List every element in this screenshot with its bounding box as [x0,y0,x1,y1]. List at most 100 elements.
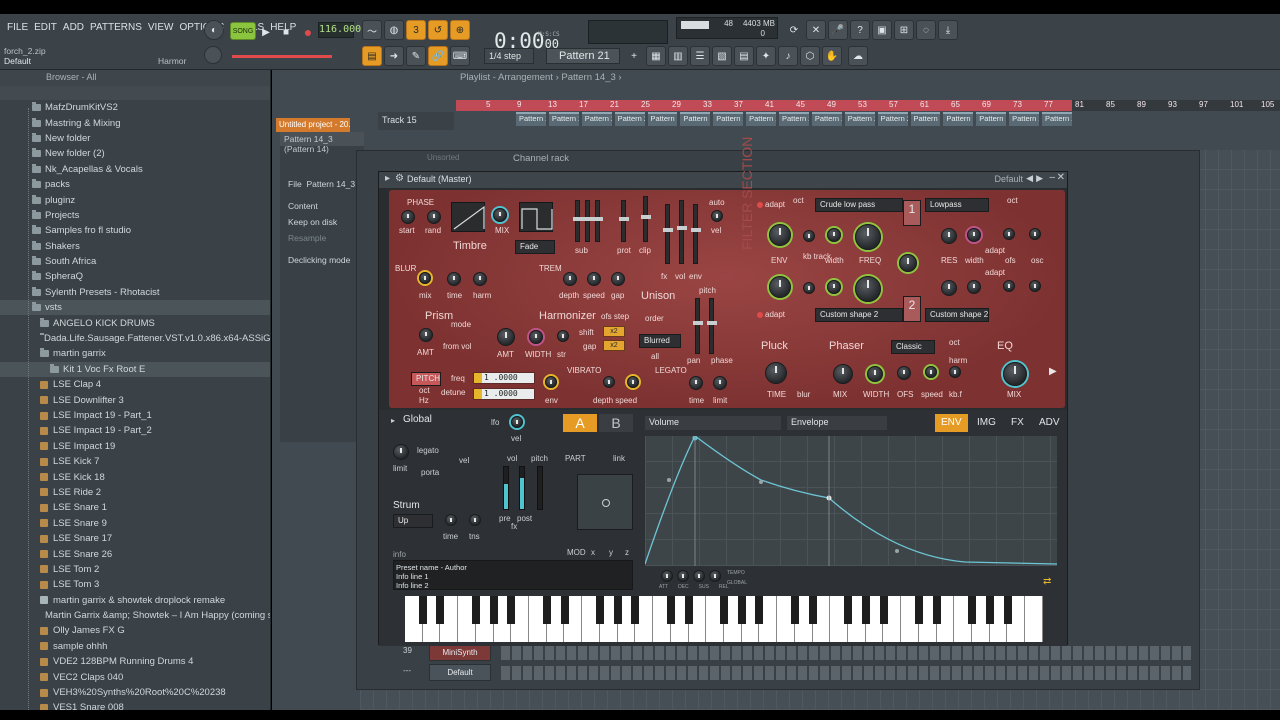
black-key[interactable] [631,596,640,624]
browser-file[interactable]: VDE2 128BPM Running Drums 4 [0,654,270,669]
black-key[interactable] [790,596,799,624]
browser-file[interactable]: LSE Downlifter 3 [0,392,270,407]
pattern-clip[interactable]: Pattern 21 [1042,112,1072,126]
settings-gear-icon[interactable]: ⚙ [395,173,404,184]
pan-slider[interactable] [693,298,703,354]
width-knob-3[interactable] [827,280,841,294]
blur-harm-knob[interactable] [473,272,487,286]
browser-folder[interactable]: New folder [0,131,270,146]
width-knob-4[interactable] [967,280,981,294]
res-knob-2[interactable] [941,280,957,296]
vibrato-speed-knob[interactable] [627,376,639,388]
filter-slot-2[interactable]: 2 [903,296,921,322]
browser-folder[interactable]: Samples fro fl studio [0,223,270,238]
mixer-view-icon[interactable]: ☰ [690,46,710,66]
blur-mix-knob[interactable] [419,272,431,284]
black-key[interactable] [932,596,941,624]
freq-knob-2[interactable] [855,276,881,302]
song-mode-toggle[interactable]: SONG [230,22,256,40]
strum-tns-knob[interactable] [469,514,481,526]
timeline-ruler[interactable]: 5 9 13 17 21 25 29 33 37 41 45 49 53 57 61 65 69 73 77 81 85… [456,100,1280,111]
channel-filter[interactable]: Unsorted [427,153,459,162]
osc-knob[interactable] [1029,228,1041,240]
browser-file[interactable]: LSE Impact 19 - Part_1 [0,408,270,423]
help-icon[interactable]: ? [850,20,870,40]
filter1-type-dropdown[interactable]: Crude low pass [815,198,903,212]
pattern-clip[interactable]: Pattern 21 [680,112,711,126]
xy-mod-pad[interactable] [577,474,633,530]
plugin-icon[interactable]: ⊞ [894,20,914,40]
close-icon[interactable]: ✕ [1057,172,1065,183]
vibrato-depth-knob[interactable] [603,376,615,388]
black-key[interactable] [861,596,870,624]
width-knob-2[interactable] [967,228,981,242]
black-key[interactable] [418,596,427,624]
browser-folder[interactable]: vsts [0,300,270,316]
shape-dropdown-2[interactable]: Custom shape 2 [925,308,989,322]
resample-option[interactable]: Resample [280,230,364,246]
browser-folder[interactable]: packs [0,177,270,192]
fade-dropdown[interactable]: Fade [515,240,555,254]
blur-time-knob[interactable] [447,272,461,286]
env-slider[interactable] [691,204,701,264]
env-att-knob[interactable] [661,570,673,582]
menu-item-view[interactable]: VIEW [145,22,177,33]
phaser-mix-knob[interactable] [833,364,853,384]
vol-slider[interactable] [677,200,687,264]
pattern-clip[interactable]: Pattern 21 [976,112,1007,126]
tab-adv[interactable]: ADV [1033,414,1066,432]
limit-knob[interactable] [393,444,409,460]
tab-fx[interactable]: FX [1005,414,1030,432]
pitch-button[interactable]: PITCH [411,372,441,386]
record-button[interactable]: ● [298,22,318,42]
browser-file[interactable]: martin garrix & showtek droplock remake [0,593,270,608]
black-key[interactable] [507,596,516,624]
phaser-width-knob[interactable] [867,366,883,382]
xy-cursor[interactable] [602,499,610,507]
wait-icon[interactable]: ◍ [384,20,404,40]
trem-gap-knob[interactable] [611,272,625,286]
stop-button[interactable]: ■ [276,22,296,42]
freq-knob-1[interactable] [855,224,881,250]
minimize-icon[interactable]: – [1049,172,1055,183]
auto-knob[interactable] [711,210,723,222]
shift-value-box[interactable]: x2 [603,326,625,337]
menu-item-edit[interactable]: EDIT [31,22,60,33]
project-icon[interactable]: ⬡ [800,46,820,66]
tempo-display[interactable]: 116.000 [318,22,361,38]
filter-link-knob[interactable] [899,254,917,272]
black-key[interactable] [613,596,622,624]
piano-keyboard[interactable] [405,596,1043,642]
add-pattern-icon[interactable]: + [624,46,644,66]
step-selector[interactable]: 1/4 step [484,48,534,64]
pitch-env-knob[interactable] [545,376,557,388]
black-key[interactable] [968,596,977,624]
playlist-icon[interactable]: ▦ [646,46,666,66]
snap-icon[interactable]: ▤ [362,46,382,66]
prev-preset-icon[interactable]: ◀ [1026,173,1033,184]
pattern-clip[interactable]: Pattern 21 [943,112,974,126]
pattern-clip[interactable]: Pattern 21 [713,112,744,126]
trem-depth-knob[interactable] [563,272,577,286]
arrows-icon[interactable]: ⇄ [1043,576,1051,587]
download-icon[interactable]: ⤓ [938,20,958,40]
chat-icon[interactable]: ◌ [916,20,936,40]
shape-dropdown-1[interactable]: Custom shape 2 [815,308,903,322]
black-key[interactable] [808,596,817,624]
pluck-time-knob[interactable] [765,362,787,384]
mix-knob[interactable] [493,208,507,222]
ofs-knob[interactable] [1003,228,1015,240]
link-icon[interactable]: 🔗 [428,46,448,66]
phase-start-knob[interactable] [401,210,415,224]
browser-folder[interactable]: Shakers [0,239,270,254]
save-icon[interactable]: ▣ [872,20,892,40]
mixer-icon[interactable]: ✕ [806,20,826,40]
track-header[interactable]: Track 15 [378,112,454,130]
width-knob-1[interactable] [827,228,841,242]
browser-file[interactable]: LSE Snare 26 [0,546,270,561]
fx-slider[interactable] [663,204,673,264]
adapt-led-2[interactable] [757,312,763,318]
mic-icon[interactable]: 🎤 [828,20,848,40]
browser-icon[interactable]: ▤ [734,46,754,66]
black-key[interactable] [560,596,569,624]
